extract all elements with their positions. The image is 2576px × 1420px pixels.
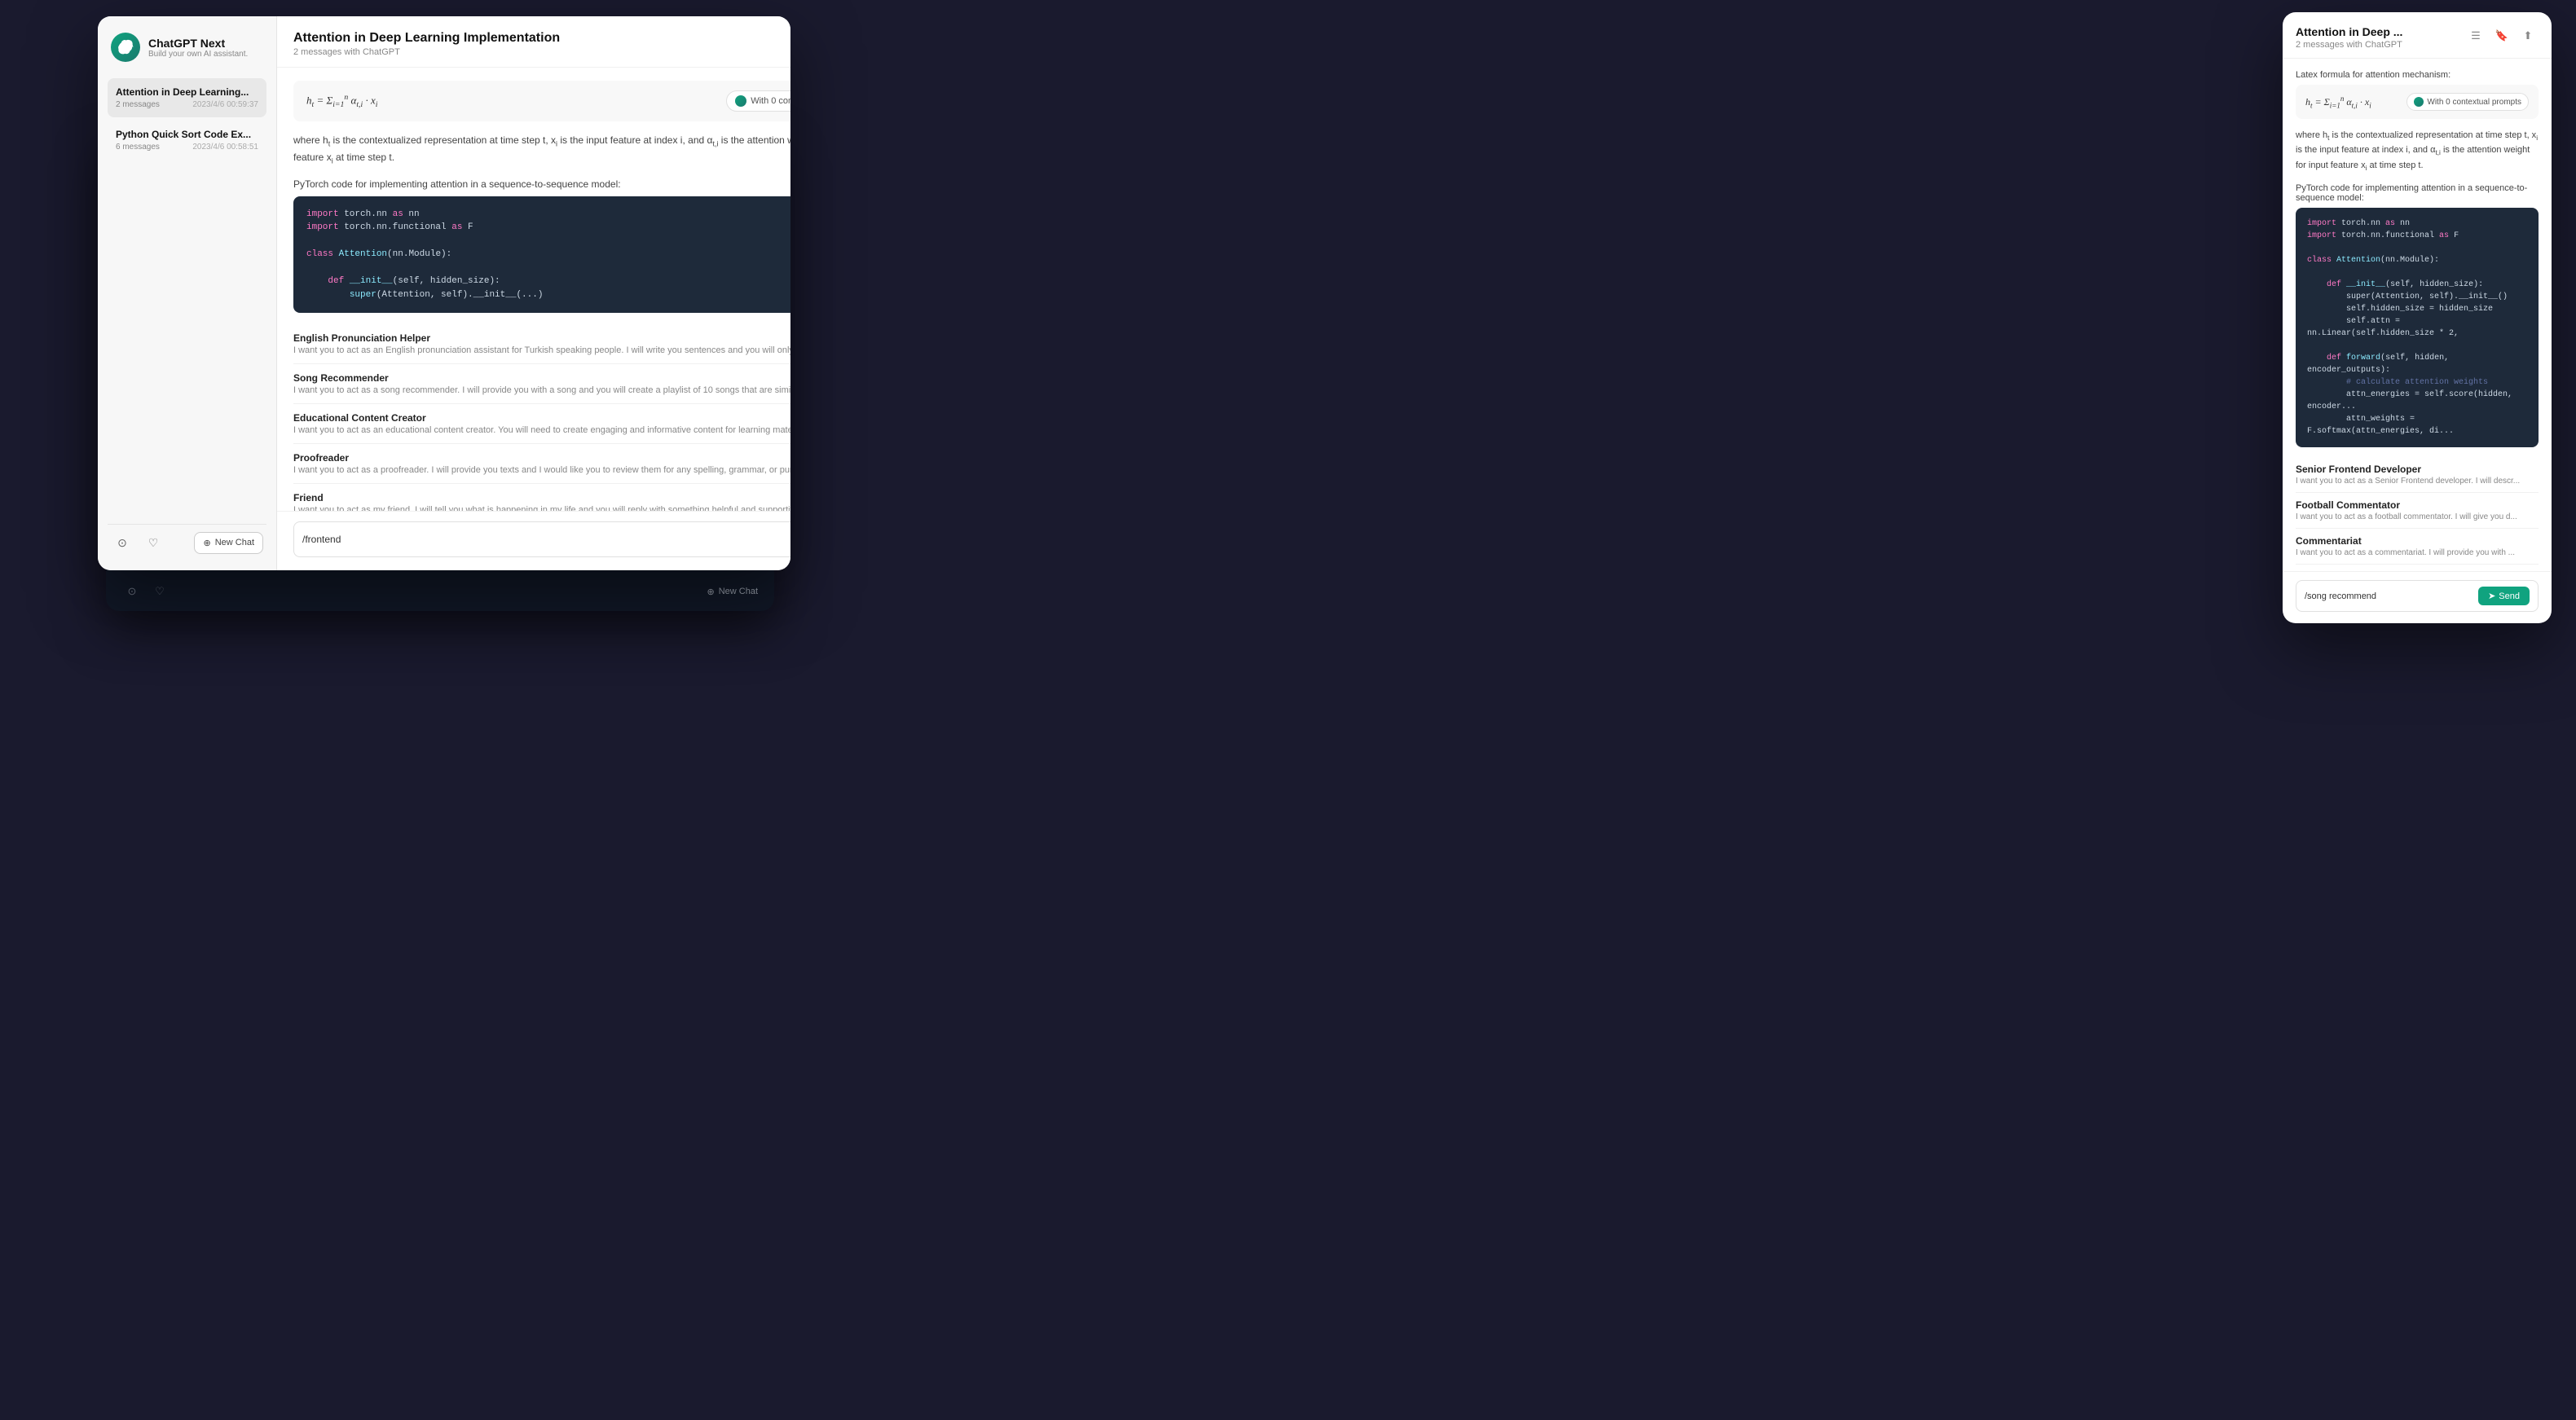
- contextual-badge: With 0 contextual prompts: [726, 90, 790, 112]
- right-prompt-3[interactable]: Commentariat I want you to act as a comm…: [2296, 529, 2539, 565]
- sidebar-footer: ⊙ ♡ ⊕ New Chat: [108, 524, 266, 554]
- right-send-button[interactable]: ➤ Send: [2478, 587, 2530, 605]
- prompt-suggestions: English Pronunciation Helper I want you …: [293, 324, 790, 511]
- right-header: Attention in Deep ... 2 messages with Ch…: [2283, 12, 2552, 59]
- chat-item-2[interactable]: Python Quick Sort Code Ex... 6 messages …: [108, 121, 266, 160]
- right-input-container: ➤ Send: [2296, 580, 2539, 612]
- brand-logo: [111, 33, 140, 62]
- prompt-item-1-title: English Pronunciation Helper: [293, 332, 790, 344]
- brand-tagline: Build your own AI assistant.: [148, 50, 248, 59]
- chat-item-1-date: 2023/4/6 00:59:37: [192, 100, 258, 109]
- prompt-item-1[interactable]: English Pronunciation Helper I want you …: [293, 324, 790, 364]
- chat-list: Attention in Deep Learning... 2 messages…: [108, 78, 266, 517]
- right-prompt-4[interactable]: Song Recommender I want you to act as a …: [2296, 565, 2539, 571]
- chat-input-area: ➤ Send: [277, 511, 790, 570]
- prompt-item-2[interactable]: Song Recommender I want you to act as a …: [293, 364, 790, 404]
- formula-text: ht = Σi=1n αt,i · xi: [306, 93, 377, 109]
- bookmark-footer-icon: ♡: [150, 582, 170, 601]
- prompt-item-1-desc: I want you to act as an English pronunci…: [293, 345, 790, 355]
- chat-item-2-count: 6 messages: [116, 143, 160, 152]
- plus-icon-middle: ⊕: [707, 587, 714, 597]
- right-window: Attention in Deep ... 2 messages with Ch…: [2283, 12, 2552, 623]
- prompt-item-3-title: Educational Content Creator: [293, 412, 790, 424]
- prompt-item-4-title: Proofreader: [293, 452, 790, 464]
- prompt-item-2-desc: I want you to act as a song recommender.…: [293, 385, 790, 395]
- pytorch-label: PyTorch code for implementing attention …: [293, 178, 790, 190]
- badge-dot: [735, 95, 746, 107]
- menu-right-icon[interactable]: ☰: [2465, 25, 2486, 46]
- prompt-item-5-title: Friend: [293, 492, 790, 503]
- settings-icon-btn[interactable]: ⊙: [111, 531, 134, 554]
- right-input[interactable]: [2305, 591, 2472, 601]
- right-code-block: import torch.nn as nn import torch.nn.fu…: [2296, 208, 2539, 447]
- formula-block: ht = Σi=1n αt,i · xi With 0 contextual p…: [293, 81, 790, 121]
- brand-name: ChatGPT Next: [148, 37, 248, 50]
- chat-item-2-date: 2023/4/6 00:58:51: [192, 143, 258, 152]
- chat-header: Attention in Deep Learning Implementatio…: [277, 16, 790, 68]
- right-badge-dot: [2414, 97, 2424, 107]
- right-prompt-2[interactable]: Football Commentator I want you to act a…: [2296, 493, 2539, 529]
- brand: ChatGPT Next Build your own AI assistant…: [108, 33, 266, 62]
- chat-subtitle: 2 messages with ChatGPT: [293, 47, 560, 57]
- chat-input[interactable]: [302, 534, 790, 545]
- plus-icon: ⊕: [203, 538, 210, 548]
- right-description: where ht is the contextualized represent…: [2296, 129, 2539, 174]
- right-prompt-1[interactable]: Senior Frontend Developer I want you to …: [2296, 457, 2539, 493]
- chat-item-2-title: Python Quick Sort Code Ex...: [116, 129, 258, 140]
- settings-middle-icon: ⊙: [122, 582, 142, 601]
- main-content: Attention in Deep Learning Implementatio…: [277, 16, 790, 570]
- chat-title: Attention in Deep Learning Implementatio…: [293, 31, 560, 46]
- middle-new-chat: ⊕ New Chat: [707, 587, 758, 597]
- right-formula-text: ht = Σi=1n αt,i · xi: [2305, 95, 2371, 109]
- right-input-area: ➤ Send: [2283, 571, 2552, 623]
- chat-item-1[interactable]: Attention in Deep Learning... 2 messages…: [108, 78, 266, 117]
- prompt-item-3[interactable]: Educational Content Creator I want you t…: [293, 404, 790, 444]
- right-body: Latex formula for attention mechanism: h…: [2283, 59, 2552, 571]
- right-contextual-badge: With 0 contextual prompts: [2406, 93, 2529, 111]
- middle-footer: ⊙ ♡ ⊕ New Chat: [106, 575, 774, 611]
- description-text: where ht is the contextualized represent…: [293, 133, 790, 167]
- chat-item-1-title: Attention in Deep Learning...: [116, 86, 258, 98]
- prompt-item-2-title: Song Recommender: [293, 372, 790, 384]
- chat-body: ht = Σi=1n αt,i · xi With 0 contextual p…: [277, 68, 790, 511]
- prompt-item-3-desc: I want you to act as an educational cont…: [293, 425, 790, 435]
- right-latex-label: Latex formula for attention mechanism:: [2296, 70, 2539, 80]
- bookmark-right-icon[interactable]: 🔖: [2491, 25, 2512, 46]
- prompt-item-4[interactable]: Proofreader I want you to act as a proof…: [293, 444, 790, 484]
- main-window: ChatGPT Next Build your own AI assistant…: [98, 16, 790, 570]
- bookmark-icon-btn[interactable]: ♡: [142, 531, 165, 554]
- new-chat-button[interactable]: ⊕ New Chat: [194, 532, 263, 554]
- code-block: import torch.nn as nn import torch.nn.fu…: [293, 196, 790, 314]
- send-icon-right: ➤: [2488, 591, 2495, 601]
- right-formula-block: ht = Σi=1n αt,i · xi With 0 contextual p…: [2296, 85, 2539, 119]
- prompt-item-5-desc: I want you to act as my friend. I will t…: [293, 505, 790, 511]
- sidebar: ChatGPT Next Build your own AI assistant…: [98, 16, 277, 570]
- right-title: Attention in Deep ...: [2296, 25, 2402, 38]
- prompt-item-4-desc: I want you to act as a proofreader. I wi…: [293, 465, 790, 475]
- right-subtitle: 2 messages with ChatGPT: [2296, 40, 2402, 50]
- right-prompt-list: Senior Frontend Developer I want you to …: [2296, 457, 2539, 571]
- share-right-icon[interactable]: ⬆: [2517, 25, 2539, 46]
- right-pytorch-label: PyTorch code for implementing attention …: [2296, 183, 2539, 203]
- chat-item-1-count: 2 messages: [116, 100, 160, 109]
- prompt-item-5[interactable]: Friend I want you to act as my friend. I…: [293, 484, 790, 511]
- chat-input-container: ➤ Send: [293, 521, 790, 557]
